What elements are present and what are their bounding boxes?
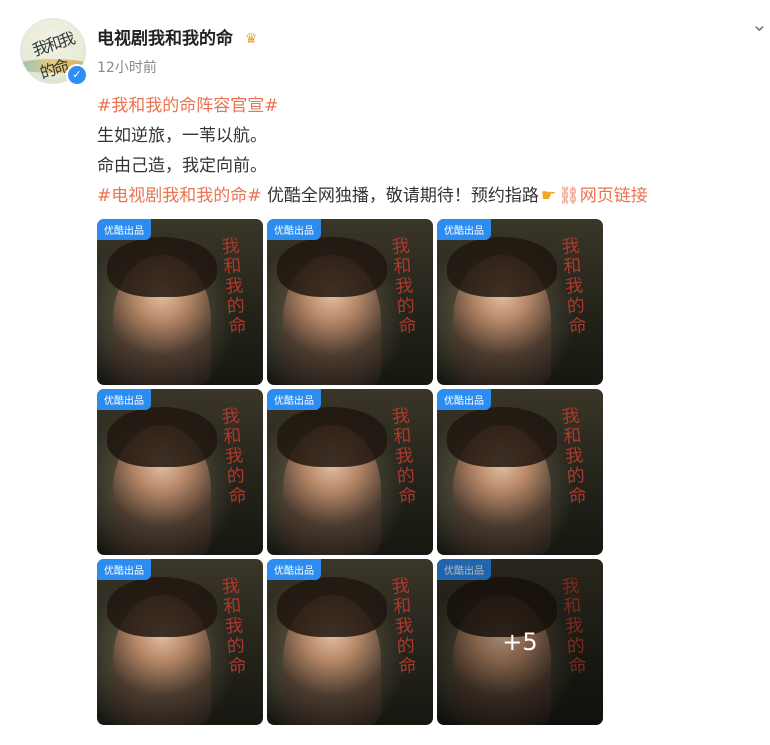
portrait-hair [107, 237, 217, 297]
portrait-hair [277, 577, 387, 637]
image-tile-3[interactable]: 我和我的命 优酷出品 [437, 219, 603, 385]
image-tile-8[interactable]: 我和我的命 优酷出品 [267, 559, 433, 725]
crown-icon: ♛ [244, 31, 258, 47]
portrait-hair [447, 237, 557, 297]
portrait-hair [107, 407, 217, 467]
pointing-hand-icon: ☛ [540, 186, 557, 206]
youku-badge: 优酷出品 [97, 559, 151, 580]
image-tile-6[interactable]: 我和我的命 优酷出品 [437, 389, 603, 555]
youku-badge: 优酷出品 [267, 219, 321, 240]
image-tile-1[interactable]: 我和我的命 优酷出品 [97, 219, 263, 385]
portrait-hair [107, 577, 217, 637]
youku-badge: 优酷出品 [97, 389, 151, 410]
post-line-2: 生如逆旅，一苇以航。 [97, 126, 267, 146]
link-icon: ⛓ [558, 186, 580, 206]
image-tile-7[interactable]: 我和我的命 优酷出品 [97, 559, 263, 725]
author-name-text[interactable]: 电视剧我和我的命 [97, 29, 233, 49]
chevron-down-icon[interactable]: ⌄ [751, 12, 768, 36]
portrait-hair [447, 407, 557, 467]
youku-badge: 优酷出品 [267, 559, 321, 580]
more-images-overlay[interactable]: +5 [437, 559, 603, 725]
author-name[interactable]: 电视剧我和我的命 ♛ [97, 24, 257, 49]
youku-badge: 优酷出品 [437, 219, 491, 240]
post-line-3: 命由己造，我定向前。 [97, 156, 267, 176]
hashtag-drama[interactable]: #电视剧我和我的命# [97, 186, 262, 206]
post-line-4-text: 优酷全网独播，敬请期待！预约指路 [261, 186, 539, 206]
youku-badge: 优酷出品 [437, 389, 491, 410]
youku-badge: 优酷出品 [267, 389, 321, 410]
youku-badge: 优酷出品 [97, 219, 151, 240]
image-tile-4[interactable]: 我和我的命 优酷出品 [97, 389, 263, 555]
web-link[interactable]: ⛓网页链接 [558, 186, 648, 206]
image-tile-9[interactable]: 我和我的命 优酷出品 +5 [437, 559, 603, 725]
hashtag-lineup[interactable]: #我和我的命阵容官宣# [97, 91, 279, 116]
image-tile-5[interactable]: 我和我的命 优酷出品 [267, 389, 433, 555]
image-tile-2[interactable]: 我和我的命 优酷出品 [267, 219, 433, 385]
image-grid: 我和我的命 优酷出品 我和我的命 优酷出品 我和我的命 优酷出品 我和我的命 优… [97, 219, 605, 725]
post-time: 12小时前 [97, 60, 157, 76]
web-link-text[interactable]: 网页链接 [580, 186, 648, 206]
verified-badge-icon: ✓ [66, 64, 88, 86]
post-line-4: #电视剧我和我的命# 优酷全网独播，敬请期待！预约指路 ☛ ⛓网页链接 [97, 181, 648, 206]
portrait-hair [277, 237, 387, 297]
portrait-hair [277, 407, 387, 467]
